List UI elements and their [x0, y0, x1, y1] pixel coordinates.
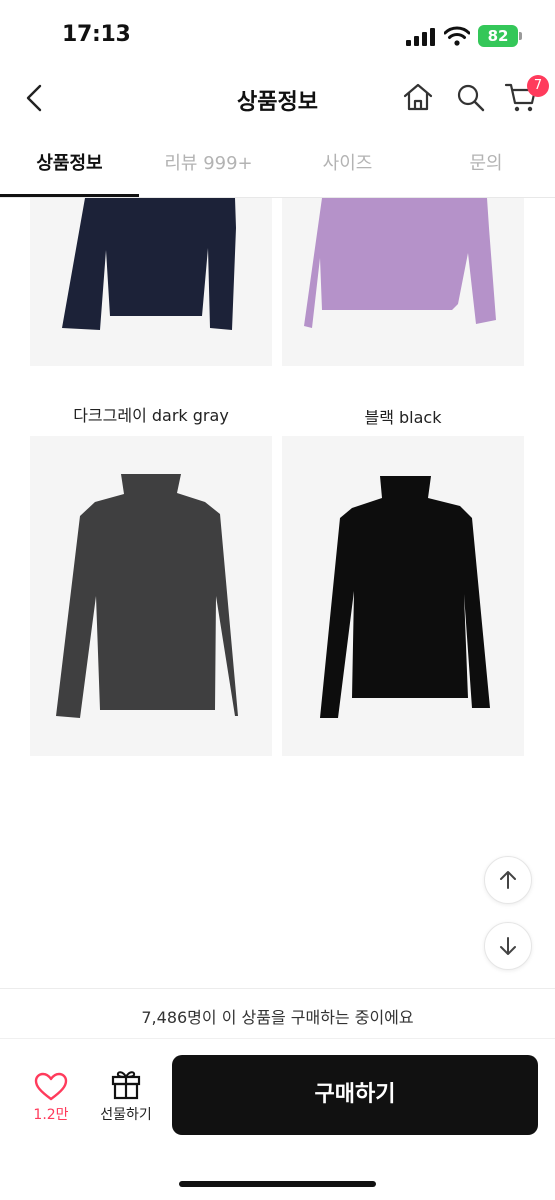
status-time: 17:13	[62, 22, 131, 47]
scroll-down-button[interactable]	[484, 922, 532, 970]
sweater-black-image	[320, 476, 490, 718]
status-bar: 17:13 82	[0, 0, 555, 70]
arrow-down-icon	[500, 937, 516, 955]
tab-size[interactable]: 사이즈	[278, 132, 417, 198]
tab-reviews[interactable]: 리뷰 999+	[139, 132, 278, 198]
tab-active-indicator	[0, 194, 139, 197]
wifi-icon	[444, 26, 470, 46]
sweater-dark-gray-image	[56, 474, 238, 718]
signal-icon	[406, 28, 435, 46]
battery-indicator: 82	[478, 25, 518, 47]
heart-icon	[34, 1072, 68, 1101]
app-header: 상품정보	[0, 70, 555, 128]
caption-black: 블랙 black	[364, 408, 442, 427]
tab-product-info[interactable]: 상품정보	[0, 132, 139, 198]
buyers-notice: 7,486명이 이 상품을 구매하는 중이에요	[141, 1008, 414, 1027]
search-icon[interactable]	[454, 81, 486, 113]
product-image-navy[interactable]	[30, 198, 272, 366]
buy-button[interactable]: 구매하기	[172, 1055, 538, 1135]
cart-badge: 7	[527, 75, 549, 97]
like-count: 1.2만	[33, 1107, 69, 1123]
sweater-navy-image	[62, 198, 236, 330]
scroll-up-button[interactable]	[484, 856, 532, 904]
home-indicator	[179, 1181, 376, 1187]
gift-label: 선물하기	[100, 1107, 152, 1123]
battery-tip	[519, 32, 522, 40]
arrow-up-icon	[500, 871, 516, 889]
gift-icon	[111, 1071, 141, 1100]
product-image-black[interactable]	[282, 436, 524, 756]
product-image-dark-gray[interactable]	[30, 436, 272, 756]
tab-bar: 상품정보 리뷰 999+ 사이즈 문의	[0, 132, 555, 198]
caption-dark-gray: 다크그레이 dark gray	[73, 406, 229, 425]
product-image-purple[interactable]	[282, 198, 524, 366]
panel-divider	[0, 1038, 555, 1039]
sweater-purple-image	[304, 198, 496, 328]
tab-inquiry[interactable]: 문의	[417, 132, 555, 198]
home-icon[interactable]	[401, 80, 435, 114]
